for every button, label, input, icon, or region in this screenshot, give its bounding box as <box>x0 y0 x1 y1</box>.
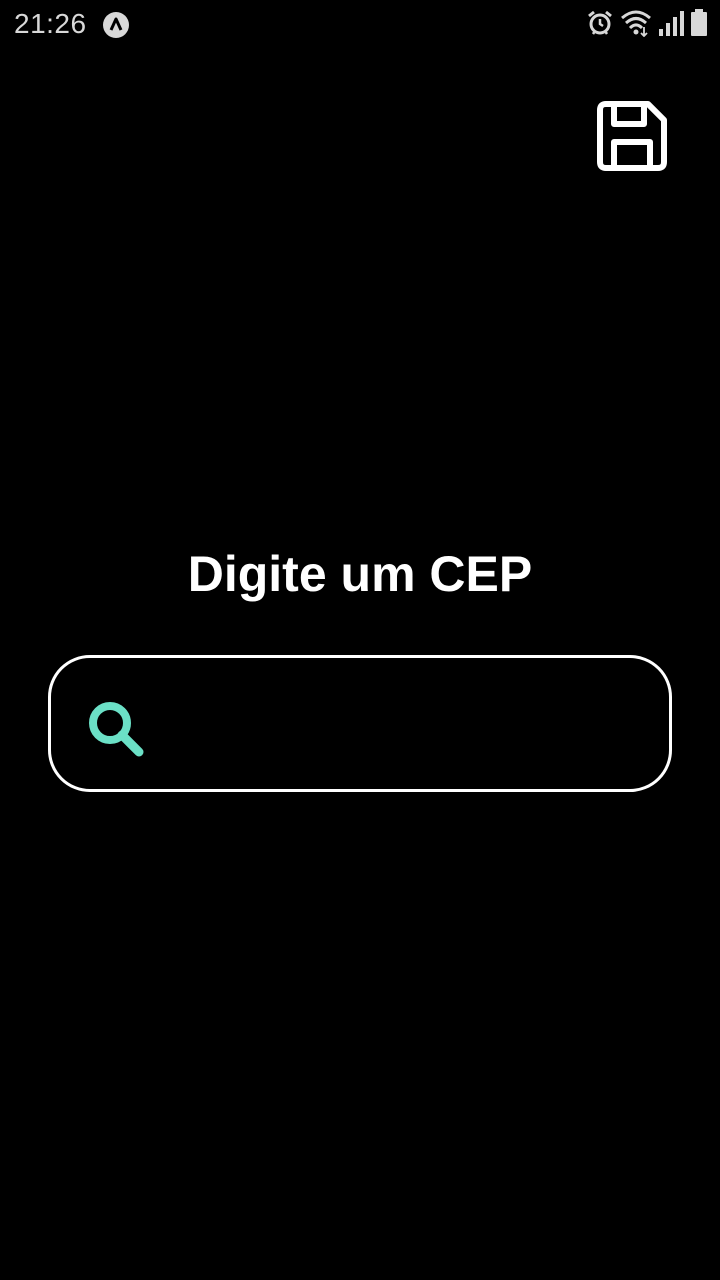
wifi-icon <box>620 9 652 42</box>
save-button[interactable] <box>596 100 668 172</box>
battery-icon <box>690 8 708 42</box>
cep-search-input[interactable] <box>163 688 647 760</box>
page-title: Digite um CEP <box>187 546 533 602</box>
app-notification-icon <box>102 11 130 39</box>
status-time: 21:26 <box>14 8 87 39</box>
status-icons <box>586 8 708 42</box>
signal-icon <box>658 9 684 42</box>
floppy-disk-icon <box>596 101 668 176</box>
status-bar: 21:26 <box>0 0 720 50</box>
search-icon <box>85 698 147 760</box>
search-box[interactable] <box>48 655 672 792</box>
alarm-icon <box>586 9 614 42</box>
